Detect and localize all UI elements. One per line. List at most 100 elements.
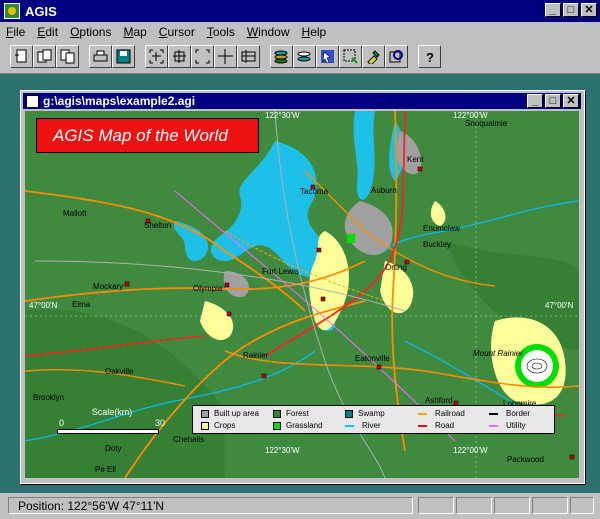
map-minimize-button[interactable]: _	[527, 94, 543, 108]
pan-button[interactable]	[214, 44, 237, 68]
legend-label: Built up area	[214, 409, 259, 418]
legend-item: Railroad	[418, 409, 465, 418]
document-icon	[26, 94, 39, 108]
new-doc-button[interactable]	[10, 44, 33, 68]
scale-min: 0	[59, 418, 65, 428]
place-label: Orting	[385, 263, 407, 272]
menu-tools[interactable]: Tools	[201, 25, 241, 39]
maximize-button[interactable]: □	[563, 3, 579, 17]
copy-button[interactable]	[56, 44, 79, 68]
place-label: Eatonville	[355, 354, 390, 363]
map-window-titlebar[interactable]: g:\agis\maps\example2.agi _ □ ✕	[23, 93, 581, 109]
coord-label: 122°30'W	[265, 111, 300, 120]
select-icon	[321, 49, 334, 63]
legend-swatch	[345, 409, 353, 418]
coord-label: 47°00'N	[545, 301, 574, 310]
select-region-icon	[343, 49, 358, 64]
place-label: Elma	[72, 300, 91, 309]
legend-label: Border	[506, 409, 531, 418]
legend-label: Utility	[506, 421, 526, 430]
refresh-icon	[389, 49, 403, 62]
toolbar: ?	[0, 41, 600, 71]
status-bar: Position: 122°56'W 47°11'N	[0, 493, 600, 519]
close-button[interactable]: ✕	[581, 3, 597, 17]
zoom-in-button[interactable]	[168, 44, 191, 68]
color-button[interactable]	[362, 44, 385, 68]
status-panel	[494, 497, 530, 514]
select-button[interactable]	[316, 44, 339, 68]
status-panel	[570, 497, 594, 514]
maximize-icon: □	[567, 4, 575, 16]
grid-icon	[241, 49, 256, 63]
map-canvas[interactable]: AGIS Map of the World 122°30'W 122°00'W …	[25, 111, 579, 478]
grid-button[interactable]	[237, 44, 260, 68]
scale-line	[57, 429, 159, 434]
flood-button[interactable]	[293, 44, 316, 68]
layers-button[interactable]	[270, 44, 293, 68]
layers-icon	[274, 50, 288, 63]
close-icon: ✕	[566, 95, 576, 107]
legend-item: Grassland	[273, 421, 322, 430]
select-region-button[interactable]	[339, 44, 362, 68]
open-icon	[37, 49, 52, 62]
legend-label: Forest	[286, 409, 309, 418]
minimize-button[interactable]: _	[545, 3, 561, 17]
legend-line	[489, 412, 498, 415]
app-globe-icon	[4, 3, 20, 19]
scale-bar: Scale(km) 0 30	[57, 407, 167, 434]
open-button[interactable]	[33, 44, 56, 68]
app-titlebar: AGIS _ □ ✕	[0, 0, 600, 22]
maximize-icon: □	[549, 95, 557, 107]
pan-icon	[218, 48, 233, 64]
menu-window[interactable]: Window	[241, 25, 296, 39]
save-button[interactable]	[112, 44, 135, 68]
legend-label: Crops	[214, 421, 236, 430]
print-button[interactable]	[89, 44, 112, 68]
legend-label: Grassland	[286, 421, 323, 430]
map-window-title: g:\agis\maps\example2.agi	[43, 94, 196, 108]
menu-options[interactable]: Options	[64, 25, 117, 39]
place-label: Fort Lewis	[262, 267, 299, 276]
zoom-out-button[interactable]	[191, 44, 214, 68]
scale-max: 30	[154, 418, 165, 428]
legend-label: Road	[435, 421, 455, 430]
save-icon	[116, 49, 131, 63]
menu-cursor[interactable]: Cursor	[153, 25, 201, 39]
legend-item: Border	[489, 409, 530, 418]
legend-line	[345, 424, 354, 427]
legend-item: Road	[418, 421, 454, 430]
place-label: Mount Rainier	[473, 349, 523, 358]
copy-icon	[60, 49, 75, 63]
legend-label: Railroad	[435, 409, 465, 418]
legend-swatch	[273, 409, 281, 418]
place-label: Packwood	[507, 455, 544, 464]
scale-title: Scale(km)	[91, 407, 133, 417]
flood-icon	[297, 51, 311, 61]
svg-text:?: ?	[426, 50, 434, 64]
place-label: Ashford	[425, 396, 453, 405]
place-label: Tacoma	[300, 187, 329, 196]
menu-map[interactable]: Map	[117, 25, 152, 39]
status-position: Position: 122°56'W 47°11'N	[8, 497, 413, 514]
legend-swatch	[201, 421, 209, 430]
coord-label: 47°00'N	[29, 301, 58, 310]
refresh-button[interactable]	[385, 44, 408, 68]
menu-help[interactable]: Help	[296, 25, 333, 39]
legend-item: Forest	[273, 409, 309, 418]
coord-label: 122°30'W	[265, 446, 300, 455]
help-button[interactable]: ?	[418, 44, 441, 68]
map-close-button[interactable]: ✕	[563, 94, 579, 108]
app-title: AGIS	[25, 3, 57, 19]
map-maximize-button[interactable]: □	[545, 94, 561, 108]
menu-edit[interactable]: Edit	[31, 25, 64, 39]
zoom-in-icon	[173, 49, 186, 63]
status-panel	[456, 497, 492, 514]
place-label: Chehalis	[173, 435, 205, 444]
zoom-window-button[interactable]	[145, 44, 168, 68]
map-title-banner: AGIS Map of the World	[36, 118, 259, 153]
legend-item: River	[345, 421, 381, 430]
print-icon	[93, 50, 108, 61]
legend-item: Built up area	[201, 409, 259, 418]
color-icon	[367, 49, 380, 64]
menu-file[interactable]: File	[0, 25, 31, 39]
